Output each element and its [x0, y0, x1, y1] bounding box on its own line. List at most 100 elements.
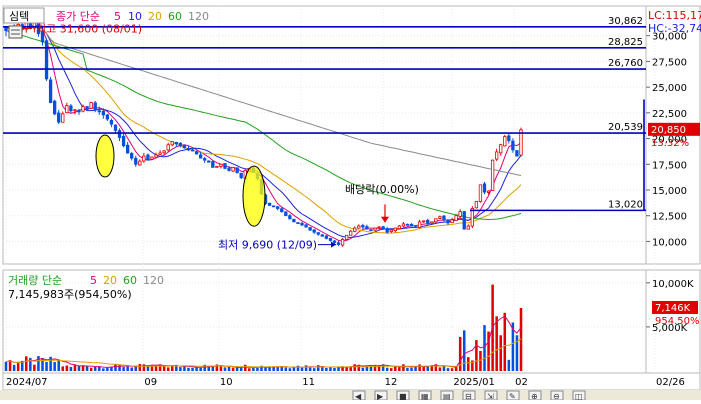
volume-bar [312, 368, 316, 371]
volume-bar [361, 367, 365, 371]
vol-ma-120: 120 [143, 274, 164, 287]
highlight-ellipse-1[interactable] [95, 134, 115, 178]
candle [81, 106, 85, 112]
candle [89, 102, 93, 109]
volume-bar [93, 366, 97, 371]
volume-bar [89, 367, 93, 371]
candle [223, 163, 227, 169]
candle [109, 119, 114, 125]
volume-bar [138, 364, 142, 371]
volume-bar [325, 367, 328, 371]
candle [53, 100, 57, 115]
price-chart-svg[interactable]: 30,862 28,825 26,760 20,539 13,020 10,000 12,… [0, 0, 701, 401]
volume-bar [458, 336, 462, 371]
current-volume-label: 7,146K [655, 303, 691, 314]
volume-bar [402, 364, 405, 371]
candle [198, 154, 203, 159]
volume-bar [292, 367, 296, 371]
volume-bar [438, 367, 442, 371]
x-tick-label: 11 [302, 377, 315, 388]
volume-bar [272, 366, 275, 371]
candle [365, 226, 369, 230]
candle [361, 224, 365, 228]
candle [349, 230, 353, 236]
volume-bar [126, 366, 129, 371]
level-label-1: 28,825 [608, 37, 643, 48]
volume-bar [114, 364, 117, 371]
volume-bar [57, 359, 60, 371]
volume-bar [162, 366, 166, 371]
volume-bar [73, 365, 77, 371]
volume-bar [223, 367, 227, 371]
toolbar-icon: ✎ [509, 392, 516, 400]
candle [292, 218, 296, 223]
volume-bar [288, 368, 292, 371]
candle [101, 110, 105, 116]
calculator-icon[interactable] [8, 25, 23, 39]
volume-bar [106, 367, 109, 371]
candle [397, 225, 402, 230]
candle [405, 223, 410, 226]
volume-bar [422, 366, 425, 371]
candle [215, 165, 219, 168]
volume-bar [37, 356, 40, 371]
level-label-0: 30,862 [608, 16, 643, 27]
volume-bar [256, 368, 259, 371]
volume-bar [33, 364, 36, 371]
volume-bar [479, 350, 482, 371]
x-tick-label: 02 [515, 377, 528, 388]
high-annotation: 최고 31,600 (08/01) [36, 23, 142, 36]
volume-bar [248, 368, 251, 371]
toolbar-icon: ■ [399, 392, 407, 400]
candle [138, 160, 142, 166]
volume-bar [467, 357, 470, 371]
candle [65, 105, 69, 114]
candle [373, 227, 377, 231]
volume-bar [65, 365, 69, 371]
volume-bar [385, 367, 389, 371]
candle [393, 227, 397, 231]
candle [462, 211, 466, 230]
candle [426, 219, 430, 224]
candle [97, 110, 101, 113]
candle [369, 229, 373, 231]
ma-period-60: 60 [168, 10, 182, 23]
lc-text: LC:115,17 [648, 9, 701, 22]
toolbar-icon: ⇲ [487, 392, 494, 400]
volume-bar [219, 366, 223, 371]
volume-bar [211, 366, 215, 371]
volume-bar [69, 366, 73, 371]
volume-bar [122, 367, 125, 371]
toolbar-icon: ▶ [377, 392, 384, 400]
candle [478, 184, 483, 202]
price-panel[interactable] [2, 5, 647, 265]
candle [304, 224, 308, 228]
volume-bar [410, 367, 413, 371]
price-tick-label: 25,000 [652, 83, 687, 94]
volume-bar [183, 366, 186, 371]
candle [385, 228, 389, 233]
current-change-label: 13.32% [651, 138, 689, 149]
toolbar-icon: ⊖ [553, 392, 560, 400]
candle [61, 113, 65, 123]
volume-bar [308, 367, 312, 371]
vol-ma-20: 20 [103, 274, 117, 287]
candle [125, 144, 130, 154]
candle [146, 154, 150, 161]
candle [340, 238, 345, 246]
volume-bar [4, 361, 8, 371]
candle [300, 222, 304, 226]
dividend-annotation: 배당락(0.00%) [345, 183, 419, 196]
highlight-ellipse-2[interactable] [242, 165, 266, 227]
toolbar-icon: ▤ [443, 392, 451, 400]
candle [316, 232, 320, 235]
candle [377, 226, 381, 229]
candle [203, 158, 207, 161]
candle [162, 150, 166, 154]
candle [182, 144, 187, 149]
candle [409, 223, 414, 227]
candle [85, 106, 89, 110]
candle [142, 155, 146, 162]
candle [166, 144, 170, 151]
volume-panel[interactable] [2, 269, 647, 374]
